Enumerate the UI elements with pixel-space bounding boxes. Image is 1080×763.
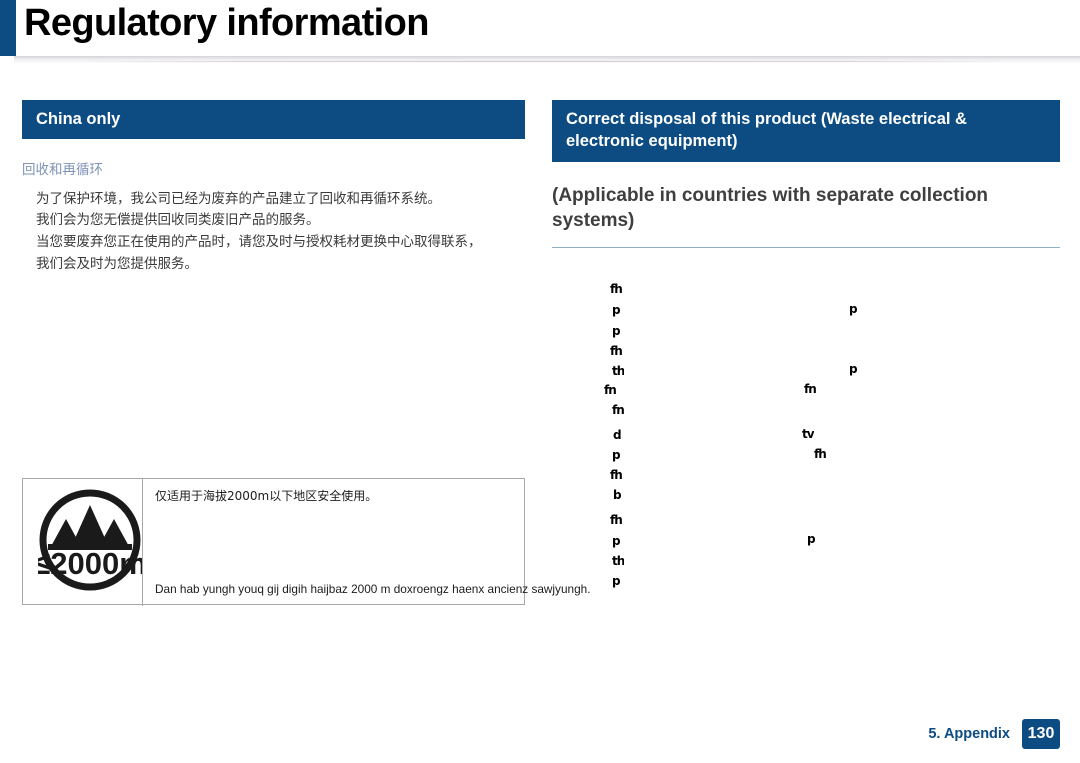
applicable-countries-subheading: (Applicable in countries with separate c… [552,185,989,231]
left-column: China only 回收和再循环 为了保护环境，我公司已经为废弃的产品建立了回… [22,100,525,276]
glyph-fragment: p [807,533,815,546]
glyph-fragment: fn [604,384,616,397]
glyph-fragment: fn [612,404,624,417]
svg-text:≤2000m: ≤2000m [38,546,142,581]
page-title: Regulatory information [24,2,429,44]
footer-chapter-label: 5. Appendix [928,726,1010,742]
glyph-fragment: p [849,303,857,316]
glyph-fragment: b [613,489,621,502]
page-footer: 5. Appendix 130 [928,719,1060,749]
altitude-zhuang-note: Dan hab yungh youq gij digih haijbaz 200… [155,582,591,596]
glyph-fragment: fh [610,345,622,358]
recycling-body-line-2: 我们会为您无偿提供回收同类废旧产品的服务。 [36,212,320,229]
disposal-body-text-region: fh p p fh th fn fn d p fh b fh p th p p … [552,275,1060,600]
altitude-box-divider [142,479,143,606]
glyph-fragment: fn [804,383,816,396]
glyph-fragment: fh [814,448,826,461]
section-header-china-only: China only [22,100,525,139]
altitude-chinese-note: 仅适用于海拔2000m以下地区安全使用。 [155,489,378,503]
altitude-limit-icon: ≤2000m [38,488,142,592]
glyph-fragment: p [612,325,620,338]
recycling-body-text: 为了保护环境，我公司已经为废弃的产品建立了回收和再循环系统。 我们会为您无偿提供… [36,189,525,276]
recycling-body-line-1: 为了保护环境，我公司已经为废弃的产品建立了回收和再循环系统。 [36,190,441,207]
header-accent-bar [0,0,16,56]
header-divider-rule [14,56,1080,63]
glyph-fragment: p [612,304,620,317]
altitude-warning-box: ≤2000m 仅适用于海拔2000m以下地区安全使用。 Dan hab yung… [22,478,590,606]
section-header-correct-disposal: Correct disposal of this product (Waste … [552,100,1060,162]
recycling-body-line-3: 当您要废弃您正在使用的产品时，请您及时与授权耗材更换中心取得联系， [36,234,482,251]
glyph-fragment: d [613,429,621,441]
subheading-underline-rule [552,247,1060,249]
glyph-fragment: tv [802,428,814,441]
page-header: Regulatory information [0,0,1080,56]
recycling-body-line-4: 我们会及时为您提供服务。 [36,256,198,273]
right-column: Correct disposal of this product (Waste … [552,100,1060,249]
glyph-fragment: p [612,535,620,548]
glyph-fragment: p [849,363,857,376]
recycling-subheading: 回收和再循环 [22,162,103,178]
glyph-fragment: th [612,555,625,567]
glyph-fragment: fh [610,514,622,527]
glyph-fragment: p [612,449,620,462]
glyph-fragment: fh [610,283,622,296]
page-number-badge: 130 [1022,719,1060,749]
glyph-fragment: th [612,365,625,377]
glyph-fragment: fh [610,469,622,482]
glyph-fragment: p [612,575,620,588]
